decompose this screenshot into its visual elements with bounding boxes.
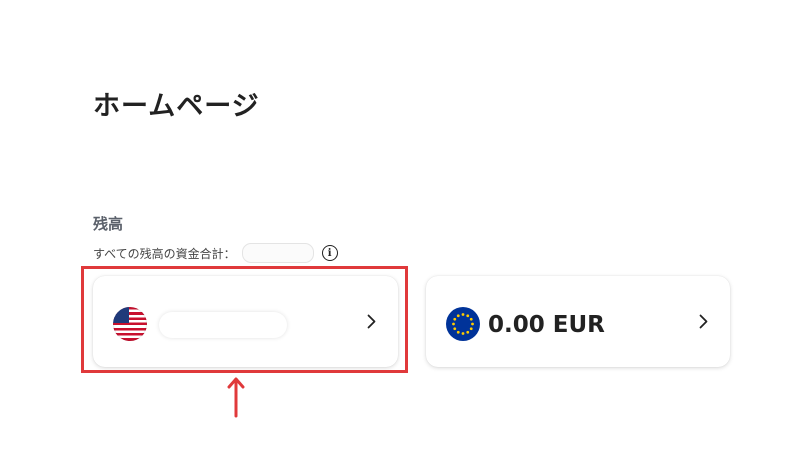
eur-balance-card[interactable]: 0.00 EUR [426,276,730,367]
chevron-right-icon [699,314,708,329]
annotation-highlight-box [81,266,408,373]
total-balance-row: すべての残高の資金合計： i [93,242,338,264]
eu-flag-icon [446,307,480,341]
page-title: ホームページ [93,91,260,122]
total-balance-label: すべての残高の資金合計： [93,246,236,261]
annotation-arrow-up-icon [227,377,245,418]
info-icon[interactable]: i [321,245,338,261]
balance-section-label: 残高 [93,215,124,233]
total-balance-value-redacted [241,243,314,263]
home-page: ホームページ 残高 すべての残高の資金合計： i 0.00 EUR [0,0,812,457]
eur-balance-amount: 0.00 EUR [488,312,605,338]
